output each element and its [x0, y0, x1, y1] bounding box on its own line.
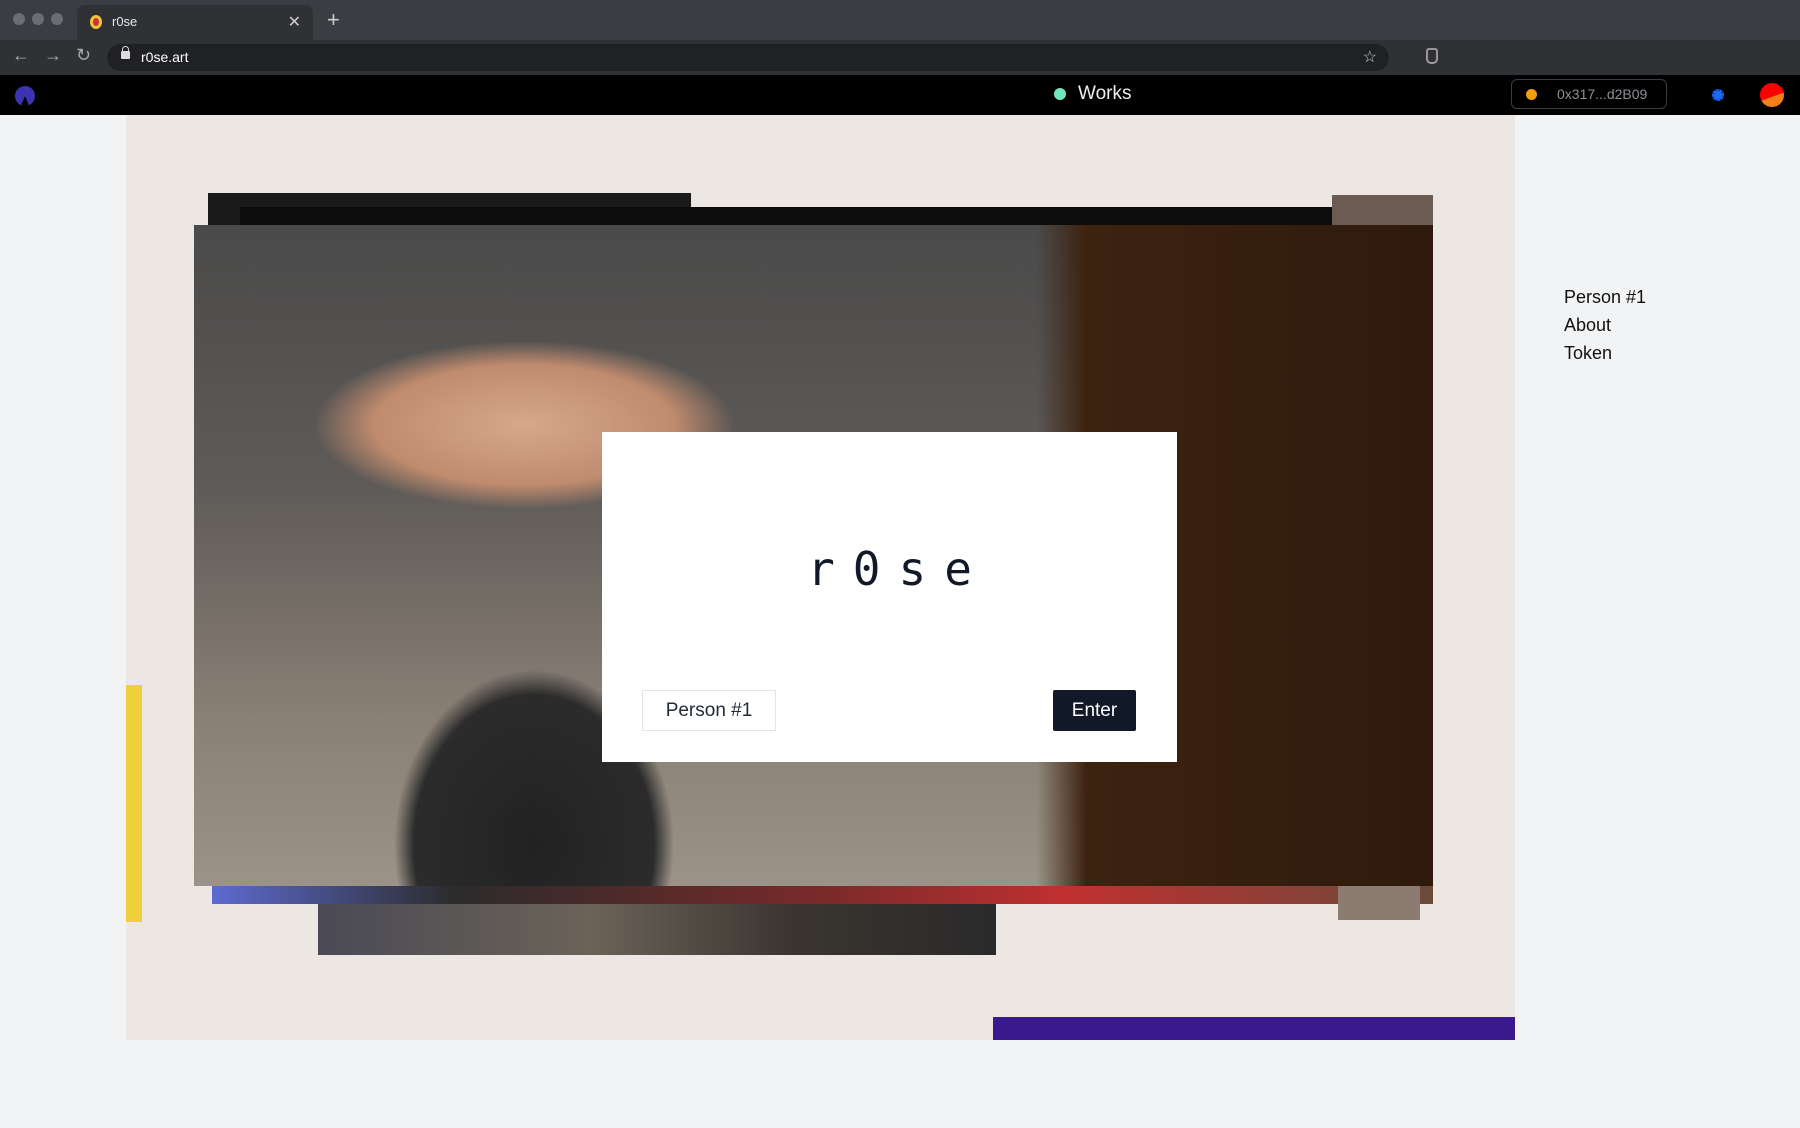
- url-input[interactable]: r0se.art ☆: [107, 44, 1389, 71]
- collage-strip: [318, 904, 996, 955]
- status-dot-icon: [1054, 88, 1066, 100]
- lock-icon: [121, 46, 130, 59]
- enter-button[interactable]: Enter: [1053, 690, 1136, 731]
- collage-strip: [1332, 195, 1433, 225]
- avatar[interactable]: [1760, 83, 1784, 107]
- address-bar-row: ← → ↻ r0se.art ☆: [0, 40, 1800, 75]
- bookmark-star-icon[interactable]: ☆: [1363, 47, 1377, 67]
- menu-item-person[interactable]: Person #1: [1564, 283, 1646, 311]
- tab-title: r0se: [112, 14, 138, 29]
- brand-title: r0se: [807, 542, 990, 596]
- app-header: Works 0x317...d2B09: [0, 75, 1800, 115]
- back-icon[interactable]: ←: [12, 45, 30, 66]
- collage-strip: [1338, 886, 1420, 920]
- extension-icon[interactable]: [1426, 48, 1438, 64]
- browser-tab-bar: r0se ✕ +: [0, 0, 1800, 40]
- collage-strip: [240, 207, 1385, 225]
- side-menu: Person #1 About Token: [1564, 283, 1646, 367]
- works-link[interactable]: Works: [1054, 83, 1131, 105]
- wallet-button[interactable]: 0x317...d2B09: [1511, 79, 1667, 109]
- wallet-dot-icon: [1526, 88, 1537, 100]
- menu-item-about[interactable]: About: [1564, 311, 1646, 339]
- person-button[interactable]: Person #1: [642, 690, 776, 731]
- new-tab-icon[interactable]: +: [327, 7, 340, 33]
- reload-icon[interactable]: ↻: [76, 45, 91, 66]
- window-close-button[interactable]: [13, 13, 25, 25]
- browser-tab[interactable]: r0se ✕: [77, 5, 313, 40]
- logo-icon[interactable]: [15, 86, 35, 106]
- collage-strip: [993, 1017, 1515, 1040]
- theme-toggle-icon[interactable]: [1712, 89, 1724, 101]
- window-minimize-button[interactable]: [32, 13, 44, 25]
- window-maximize-button[interactable]: [51, 13, 63, 25]
- wallet-address: 0x317...d2B09: [1557, 86, 1648, 102]
- url-text: r0se.art: [141, 49, 189, 65]
- close-tab-icon[interactable]: ✕: [288, 12, 301, 32]
- works-label: Works: [1078, 83, 1132, 104]
- collage-strip: [212, 886, 1433, 904]
- entry-modal: r0se Person #1 Enter: [602, 432, 1177, 762]
- forward-icon[interactable]: →: [44, 45, 62, 66]
- collage-strip: [126, 685, 142, 922]
- favicon-icon: [90, 15, 102, 29]
- menu-item-token[interactable]: Token: [1564, 339, 1646, 367]
